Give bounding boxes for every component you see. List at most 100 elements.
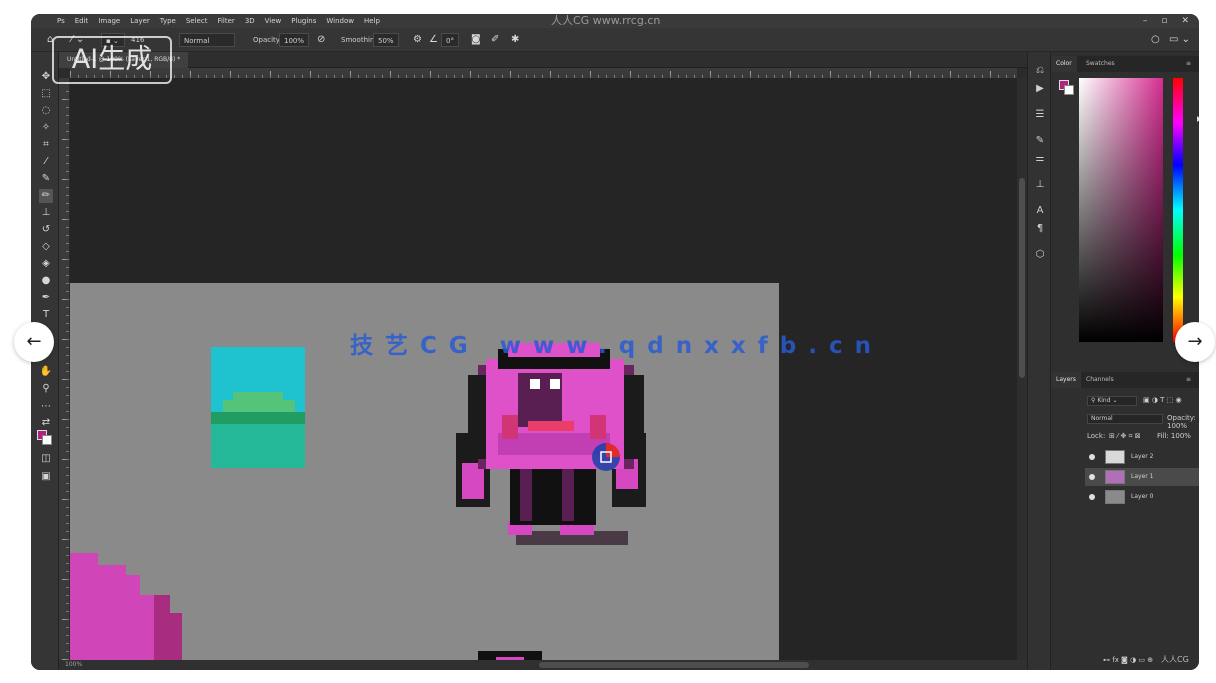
move-tool-icon[interactable]: ✥: [39, 70, 53, 84]
opacity-control[interactable]: Opacity: 100%: [1167, 414, 1199, 430]
brushes-panel-icon[interactable]: ✎: [1033, 134, 1047, 148]
angle-icon: ∠: [429, 34, 438, 45]
menu-edit[interactable]: Edit: [75, 14, 89, 28]
mode-select[interactable]: Normal: [179, 33, 235, 47]
menu-filter[interactable]: Filter: [217, 14, 234, 28]
layer-actions-icons[interactable]: ⊷ fx ◙ ◑ ▭ ⊕: [1103, 656, 1153, 664]
hue-slider-handle[interactable]: [1197, 116, 1199, 122]
eraser-icon[interactable]: ◇: [39, 240, 53, 254]
settings-gear-icon[interactable]: ⚙: [413, 33, 422, 47]
color-picker-field[interactable]: [1079, 78, 1181, 342]
blur-tool-icon[interactable]: ●: [39, 274, 53, 288]
prev-arrow-button[interactable]: ←: [14, 322, 54, 362]
actions-play-icon[interactable]: ▶: [1033, 82, 1047, 96]
menu-view[interactable]: View: [265, 14, 282, 28]
clone-source-icon[interactable]: ⊥: [1033, 178, 1047, 192]
character-panel-icon[interactable]: A: [1033, 204, 1047, 218]
minimize-button[interactable]: –: [1143, 14, 1148, 28]
tab-channels[interactable]: Channels: [1081, 372, 1119, 388]
type-tool-icon[interactable]: T: [39, 308, 53, 322]
menu-plugins[interactable]: Plugins: [291, 14, 316, 28]
menu-window[interactable]: Window: [326, 14, 354, 28]
tab-swatches[interactable]: Swatches: [1081, 56, 1120, 72]
layer-thumbnail: [1105, 450, 1125, 464]
3d-panel-icon[interactable]: ⬡: [1033, 248, 1047, 262]
marquee-tool-icon[interactable]: ⬚: [39, 87, 53, 101]
menu-layer[interactable]: Layer: [130, 14, 150, 28]
layers-menu-icon[interactable]: ≡: [1181, 372, 1196, 388]
menu-ps[interactable]: Ps: [57, 14, 65, 28]
background-color-swatch[interactable]: [42, 435, 52, 445]
magic-wand-icon[interactable]: ✧: [39, 121, 53, 135]
status-bar: 100%: [59, 660, 1027, 670]
screen-mode-icon[interactable]: ▣: [39, 470, 53, 484]
panel-background-swatch[interactable]: [1064, 85, 1074, 95]
ai-generated-badge: AI生成: [52, 36, 172, 84]
crop-tool-icon[interactable]: ⌗: [39, 138, 53, 152]
clone-stamp-icon[interactable]: ⊥: [39, 206, 53, 220]
hand-tool-icon[interactable]: ✋: [39, 365, 53, 379]
horizontal-scroll-thumb[interactable]: [539, 662, 809, 668]
tab-layers[interactable]: Layers: [1051, 372, 1081, 388]
canvas-area[interactable]: [70, 78, 1017, 660]
brush-settings-icon[interactable]: ⚌: [1033, 152, 1047, 166]
menu-3d[interactable]: 3D: [245, 14, 255, 28]
menu-list: Ps Edit Image Layer Type Select Filter 3…: [57, 14, 380, 28]
adjustments-icon[interactable]: ☰: [1033, 108, 1047, 122]
layer-row[interactable]: Layer 0: [1085, 488, 1199, 506]
filter-icons[interactable]: ▣ ◑ T ⬚ ◉: [1143, 396, 1182, 404]
zoom-tool-icon[interactable]: ⚲: [39, 382, 53, 396]
pen-tool-icon[interactable]: ✒: [39, 291, 53, 305]
filter-kind-select[interactable]: ⚲ Kind ⌄: [1087, 396, 1137, 406]
workspace-icon[interactable]: ▭ ⌄: [1169, 33, 1190, 47]
vertical-ruler: [59, 78, 69, 660]
right-panels: Color Swatches ≡ Layers Channels ≡ ⚲ Kin…: [1051, 52, 1199, 670]
panel-menu-icon[interactable]: ≡: [1181, 56, 1196, 72]
hue-slider[interactable]: [1173, 78, 1183, 342]
fill-control[interactable]: Fill: 100%: [1157, 432, 1191, 440]
lasso-tool-icon[interactable]: ◌: [39, 104, 53, 118]
angle-field[interactable]: 0°: [441, 33, 459, 47]
layer-thumbnail: [1105, 470, 1125, 484]
maximize-button[interactable]: ▫: [1161, 14, 1167, 28]
blend-mode-select[interactable]: Normal: [1087, 414, 1163, 424]
menu-help[interactable]: Help: [364, 14, 380, 28]
next-arrow-button[interactable]: →: [1175, 322, 1215, 362]
more-tools-icon[interactable]: ⋯: [39, 400, 53, 414]
opacity-label: Opacity:: [253, 36, 282, 44]
eye-icon[interactable]: [1089, 454, 1095, 460]
vertical-scrollbar[interactable]: [1017, 78, 1027, 660]
paragraph-panel-icon[interactable]: ¶: [1033, 222, 1047, 236]
window-title: 人人CG www.rrcg.cn: [551, 14, 661, 27]
opacity-field[interactable]: 100%: [279, 33, 310, 47]
lock-label: Lock:: [1087, 432, 1106, 440]
paint-bucket-icon[interactable]: ◈: [39, 257, 53, 271]
brush-tool-icon[interactable]: ✏: [39, 189, 53, 203]
layer-row[interactable]: Layer 1: [1085, 468, 1199, 486]
pressure-opacity-icon[interactable]: ⊘: [317, 33, 325, 47]
swap-colors-icon[interactable]: ⇄: [39, 416, 53, 430]
eyedropper-icon[interactable]: ⁄: [39, 155, 53, 169]
pink-blob-sprite: [70, 553, 182, 660]
eye-icon[interactable]: [1089, 474, 1095, 480]
menu-image[interactable]: Image: [98, 14, 120, 28]
tab-color[interactable]: Color: [1051, 56, 1077, 72]
layer-row[interactable]: Layer 2: [1085, 448, 1199, 466]
search-icon[interactable]: ○: [1151, 33, 1160, 47]
vertical-scroll-thumb[interactable]: [1019, 178, 1025, 378]
close-button[interactable]: ✕: [1181, 14, 1189, 28]
pressure-size-icon[interactable]: ◙: [471, 33, 481, 47]
menu-select[interactable]: Select: [186, 14, 208, 28]
history-panel-icon[interactable]: ⎌: [1033, 64, 1047, 78]
horizontal-ruler: [70, 68, 1017, 78]
quick-mask-icon[interactable]: ◫: [39, 452, 53, 466]
smoothing-field[interactable]: 50%: [373, 33, 399, 47]
butterfly-icon[interactable]: ✱: [511, 33, 519, 47]
symmetry-icon[interactable]: ✐: [491, 33, 499, 47]
lock-icons[interactable]: ⊞ ⁄ ✥ ⌗ ⊠: [1109, 432, 1141, 441]
history-brush-icon[interactable]: ↺: [39, 223, 53, 237]
eye-icon[interactable]: [1089, 494, 1095, 500]
menu-type[interactable]: Type: [160, 14, 176, 28]
landscape-sprite: [211, 347, 305, 468]
healing-brush-icon[interactable]: ✎: [39, 172, 53, 186]
